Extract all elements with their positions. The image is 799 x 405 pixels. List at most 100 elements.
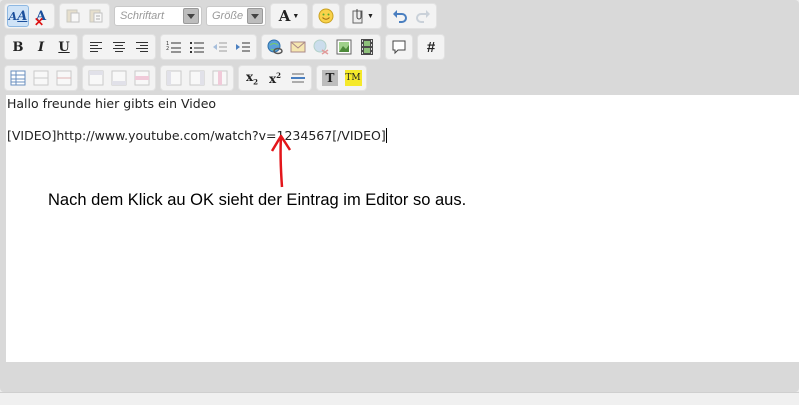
row-delete-button[interactable] xyxy=(131,67,153,89)
horizontal-rule-button[interactable] xyxy=(287,67,309,89)
table-group xyxy=(4,65,78,91)
chevron-down-icon: ▼ xyxy=(367,12,374,20)
bold-button[interactable]: B xyxy=(7,36,29,58)
script-group: x2 x2 xyxy=(238,65,312,91)
italic-icon: I xyxy=(37,39,45,55)
unlink-button[interactable] xyxy=(310,36,332,58)
code-icon: # xyxy=(426,38,436,56)
red-arrow-annotation xyxy=(270,134,292,188)
chevron-down-icon xyxy=(183,8,199,24)
paste-button[interactable] xyxy=(62,5,84,27)
style-group: B I U xyxy=(4,34,78,60)
chevron-down-icon: ▼ xyxy=(292,12,300,20)
font-family-select[interactable]: Schriftart xyxy=(114,6,202,26)
remove-format-icon: A ✕ xyxy=(33,8,47,29)
image-button[interactable] xyxy=(333,36,355,58)
row-group xyxy=(82,65,156,91)
code-group: # xyxy=(417,34,445,60)
paste-text-button[interactable] xyxy=(85,5,107,27)
video-button[interactable] xyxy=(356,36,378,58)
insert-row-icon xyxy=(33,70,49,86)
list-group: 12 xyxy=(160,34,257,60)
quote-button[interactable] xyxy=(388,36,410,58)
font-color-button[interactable]: A ▼ xyxy=(273,5,305,27)
table-icon xyxy=(10,70,26,86)
annotation-note: Nach dem Klick au OK sieht der Eintrag i… xyxy=(48,191,467,209)
history-group xyxy=(386,3,437,29)
insert-row-button[interactable] xyxy=(30,67,52,89)
align-left-button[interactable] xyxy=(85,36,107,58)
redo-button[interactable] xyxy=(412,5,434,27)
trademark-icon: TM xyxy=(344,70,362,86)
row-before-button[interactable] xyxy=(85,67,107,89)
ordered-list-icon: 12 xyxy=(166,41,181,53)
col-delete-button[interactable] xyxy=(209,67,231,89)
paste-icon xyxy=(66,9,80,23)
delete-column-icon xyxy=(212,70,228,86)
ordered-list-button[interactable]: 12 xyxy=(163,36,185,58)
font-group: Schriftart xyxy=(114,3,202,29)
font-color-icon: A xyxy=(278,7,291,25)
align-center-icon xyxy=(113,40,125,54)
smiley-button[interactable] xyxy=(315,5,337,27)
switch-mode-button[interactable]: AA xyxy=(7,5,29,27)
indent-button[interactable] xyxy=(232,36,254,58)
color-group: A ▼ xyxy=(270,3,308,29)
quote-group xyxy=(385,34,413,60)
smiley-icon xyxy=(318,8,334,24)
undo-button[interactable] xyxy=(389,5,411,27)
align-left-icon xyxy=(90,40,102,54)
outdent-button[interactable] xyxy=(209,36,231,58)
font-size-select[interactable]: Größe xyxy=(206,6,266,26)
trademark-button[interactable]: TM xyxy=(342,67,364,89)
attachment-icon xyxy=(352,9,363,24)
column-group xyxy=(160,65,234,91)
text-caret xyxy=(385,128,387,143)
horizontal-rule-icon xyxy=(291,73,305,83)
bold-icon: B xyxy=(12,39,24,55)
col-before-button[interactable] xyxy=(163,67,185,89)
superscript-button[interactable]: x2 xyxy=(264,67,286,89)
row-after-button[interactable] xyxy=(108,67,130,89)
email-button[interactable] xyxy=(287,36,309,58)
font-size-value: Größe xyxy=(212,10,244,22)
editor-textarea[interactable]: Hallo freunde hier gibts ein Video [VIDE… xyxy=(6,95,799,362)
underline-button[interactable]: U xyxy=(53,36,75,58)
format-group: T TM xyxy=(316,65,367,91)
paste-group xyxy=(59,3,110,29)
undo-icon xyxy=(393,10,407,23)
italic-button[interactable]: I xyxy=(30,36,52,58)
teletype-button[interactable]: T xyxy=(319,67,341,89)
toolbar-row-2: B I U 12 # xyxy=(4,33,449,61)
size-group: Größe xyxy=(206,3,266,29)
font-family-value: Schriftart xyxy=(120,10,165,22)
chevron-down-icon xyxy=(247,8,263,24)
attachment-button[interactable]: ▼ xyxy=(347,5,379,27)
subscript-icon: x2 xyxy=(245,69,259,87)
remove-format-button[interactable]: A ✕ xyxy=(30,5,52,29)
subscript-button[interactable]: x2 xyxy=(241,67,263,89)
insert-column-icon xyxy=(166,70,182,86)
table-button[interactable] xyxy=(7,67,29,89)
paste-text-icon xyxy=(89,9,103,23)
outdent-icon xyxy=(213,42,227,52)
align-center-button[interactable] xyxy=(108,36,130,58)
editor-line-2: [VIDEO]http://www.youtube.com/watch?v=12… xyxy=(7,128,387,143)
unlink-icon xyxy=(313,39,329,55)
toolbar-row-3: x2 x2 T TM xyxy=(4,64,371,92)
unordered-list-icon xyxy=(190,42,204,53)
code-button[interactable]: # xyxy=(420,36,442,58)
redo-icon xyxy=(416,10,430,23)
insert-group xyxy=(261,34,381,60)
align-right-button[interactable] xyxy=(131,36,153,58)
col-after-button[interactable] xyxy=(186,67,208,89)
link-button[interactable] xyxy=(264,36,286,58)
align-right-icon xyxy=(136,40,148,54)
align-group xyxy=(82,34,156,60)
delete-row-icon xyxy=(56,70,72,86)
toolbar-row-1: AA A ✕ Schriftart Größe A ▼ ▼ xyxy=(4,2,441,30)
delete-row-icon xyxy=(134,70,150,86)
unordered-list-button[interactable] xyxy=(186,36,208,58)
delete-row-button[interactable] xyxy=(53,67,75,89)
mode-group: AA A ✕ xyxy=(4,3,55,29)
